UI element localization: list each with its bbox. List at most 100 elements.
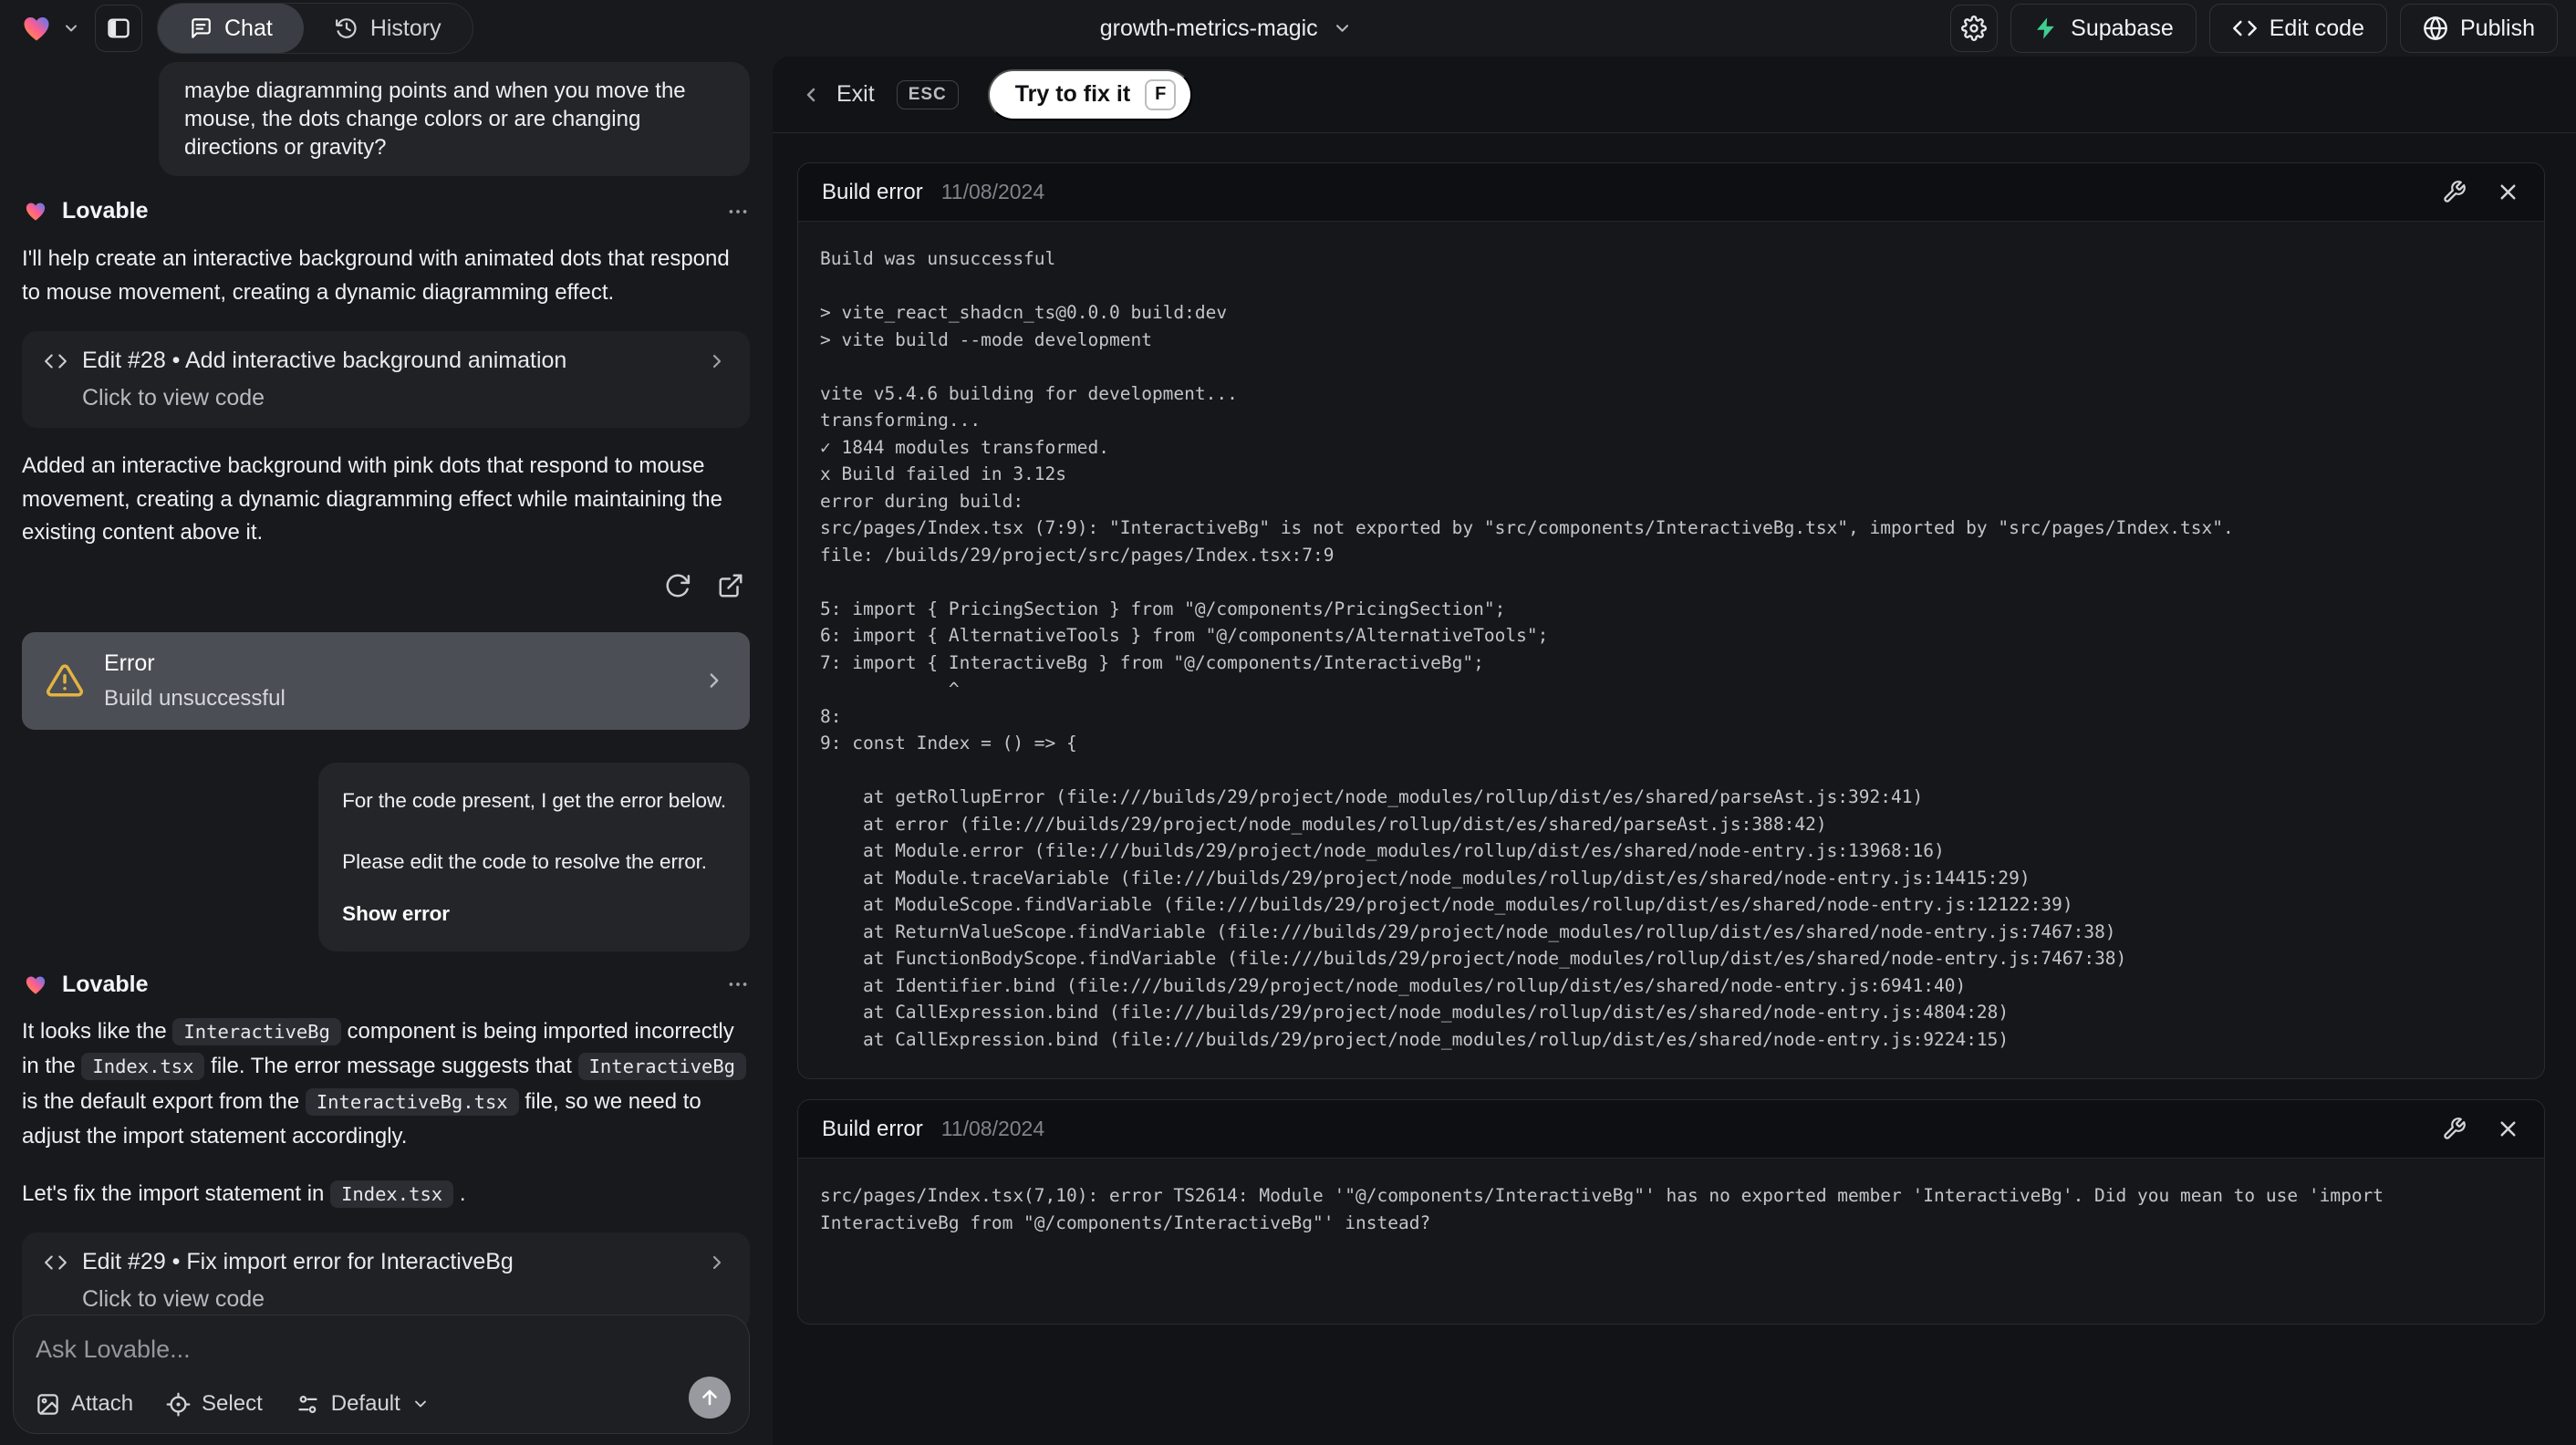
chat-composer[interactable]: Ask Lovable... Attach Select Default [13,1315,750,1434]
build-error-log: src/pages/Index.tsx(7,10): error TS2614:… [820,1185,2394,1233]
assistant-message-header: Lovable [22,972,750,998]
edit-card-subtitle: Click to view code [82,385,265,411]
project-name: growth-metrics-magic [1099,15,1318,41]
text-segment: is the default export from the [22,1088,306,1114]
supabase-bolt-icon [2033,16,2059,41]
message-menu-button[interactable] [726,200,750,224]
open-preview-icon[interactable] [717,572,744,599]
topbar: Chat History growth-metrics-magic Supaba… [0,0,2576,57]
user-message: For the code present, I get the error be… [318,762,750,951]
restore-icon[interactable] [664,572,691,599]
fix-label: Try to fix it [1014,81,1131,107]
send-button[interactable] [689,1377,731,1419]
build-error-date: 11/08/2024 [940,180,1045,203]
chat-message-list[interactable]: maybe diagramming points and when you mo… [0,57,764,1445]
inline-code: Index.tsx [330,1180,454,1208]
build-error-card-1: Build error 11/08/2024 Build was unsucce… [797,162,2545,1079]
inline-code: InteractiveBg [577,1053,747,1080]
chevron-right-icon [702,669,726,692]
close-button[interactable] [2496,1117,2520,1141]
tab-history-label: History [369,15,441,41]
edit-code-label: Edit code [2269,15,2364,41]
tab-chat[interactable]: Chat [158,4,304,53]
exit-label: Exit [836,81,875,107]
select-element-button[interactable]: Select [166,1391,263,1417]
edit-card-28[interactable]: Edit #28 • Add interactive background an… [22,331,750,428]
attach-image-icon [36,1392,60,1417]
build-error-actions [2442,180,2520,204]
show-error-link[interactable]: Show error [342,899,726,928]
assistant-name: Lovable [62,198,149,224]
attach-button[interactable]: Attach [36,1391,133,1417]
tab-chat-label: Chat [224,15,273,41]
code-icon [44,1251,68,1274]
user-message-text: For the code present, I get the error be… [342,788,726,812]
build-error-title: Build error [822,179,923,204]
settings-button[interactable] [1950,5,1999,52]
error-panel-header: Exit ESC Try to fix it F [773,57,2576,133]
text-segment: file. The error message suggests that [204,1054,578,1078]
lovable-logo-menu[interactable] [18,12,80,45]
chevron-right-icon [706,350,728,372]
edit-card-title-row: Edit #28 • Add interactive background an… [44,348,728,374]
exit-button[interactable]: Exit [800,81,875,108]
publish-label: Publish [2460,15,2535,41]
text-segment: It looks like the [22,1018,173,1044]
build-error-card-header: Build error 11/08/2024 [798,1100,2544,1159]
chevron-down-icon [411,1395,430,1413]
supabase-label: Supabase [2071,15,2174,41]
fix-wrench-button[interactable] [2442,1117,2467,1141]
toggle-sidebar-button[interactable] [95,5,142,52]
chevron-left-icon [800,84,822,106]
composer-toolbar: Attach Select Default [36,1391,727,1417]
chevron-right-icon [706,1252,728,1273]
edit-card-subtitle: Click to view code [82,1286,265,1312]
error-detail-panel: Exit ESC Try to fix it F Build error 11/… [773,57,2576,1445]
error-card-title: Error [104,650,155,676]
build-error-card-2: Build error 11/08/2024 src/pages/Index.t… [797,1099,2545,1325]
project-name-menu[interactable]: growth-metrics-magic [1100,16,1353,42]
composer-input[interactable]: Ask Lovable... [36,1336,727,1364]
fix-shortcut-key: F [1145,78,1177,110]
gear-icon [1961,16,1988,41]
arrow-up-icon [699,1387,721,1409]
error-panel-body[interactable]: Build error 11/08/2024 Build was unsucce… [773,133,2576,1445]
mode-dropdown[interactable]: Default [296,1391,430,1417]
assistant-message-text: Let's fix the import statement in Index.… [22,1178,750,1211]
message-menu-button[interactable] [726,972,750,996]
edit-card-title: Edit #29 • Fix import error for Interact… [82,1249,514,1274]
close-button[interactable] [2496,180,2520,204]
edit-card-title-row: Edit #29 • Fix import error for Interact… [44,1249,728,1275]
inline-code: InteractiveBg [172,1017,341,1045]
inline-code: Index.tsx [81,1053,205,1080]
edit-code-button[interactable]: Edit code [2208,4,2387,53]
error-card-texts: Error Build unsuccessful [104,650,286,712]
fix-wrench-button[interactable] [2442,180,2467,204]
build-error-log: Build was unsuccessful > vite_react_shad… [820,248,2234,1050]
topbar-actions: Supabase Edit code Publish [1950,4,2558,53]
inline-code: InteractiveBg.tsx [305,1087,519,1116]
chevron-down-icon [1333,18,1353,38]
publish-button[interactable]: Publish [2400,4,2558,53]
mode-label: Default [330,1391,400,1416]
code-icon [44,349,68,373]
supabase-button[interactable]: Supabase [2010,4,2197,53]
chat-bubble-icon [189,16,213,40]
user-message: maybe diagramming points and when you mo… [159,62,750,176]
build-error-actions [2442,1117,2520,1141]
assistant-message-header: Lovable [22,198,750,224]
tab-history[interactable]: History [304,4,473,53]
globe-icon [2423,16,2448,41]
lovable-heart-logo-icon [18,12,55,45]
main-layout: maybe diagramming points and when you mo… [0,57,2576,1445]
build-error-card-header: Build error 11/08/2024 [798,163,2544,222]
select-label: Select [202,1391,263,1416]
target-icon [166,1392,191,1417]
text-segment: . [453,1180,466,1206]
try-to-fix-button[interactable]: Try to fix it F [987,68,1193,120]
build-error-card-selected[interactable]: Error Build unsuccessful [22,631,750,730]
chat-history-tab-group: Chat History [157,3,473,54]
assistant-name: Lovable [62,971,149,997]
error-card-subtitle: Build unsuccessful [104,685,286,711]
chat-sidebar: maybe diagramming points and when you mo… [0,57,764,1445]
